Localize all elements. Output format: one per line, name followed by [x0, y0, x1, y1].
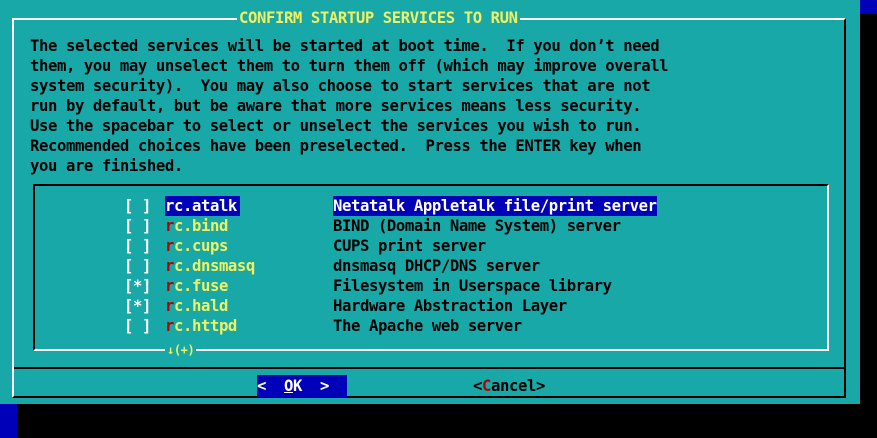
service-row-hald[interactable]: [*] rc.hald Hardware Abstraction Layer — [124, 296, 764, 316]
description-line: run by default, but be aware that more s… — [30, 97, 642, 115]
service-description: CUPS print server — [333, 237, 486, 255]
description-line: system security). You may also choose to… — [30, 77, 651, 95]
service-hotkey: r — [165, 257, 174, 275]
description-line: The selected services will be started at… — [30, 37, 660, 55]
service-checkbox[interactable]: [ ] — [124, 236, 151, 256]
service-hotkey: r — [165, 237, 174, 255]
ok-right-bracket: > — [301, 377, 329, 395]
cancel-right-bracket: > — [535, 377, 545, 395]
service-checkbox[interactable]: [*] — [124, 276, 151, 296]
cancel-button[interactable]: <Cancel> — [473, 375, 545, 397]
service-row-cups[interactable]: [ ] rc.cups CUPS print server — [124, 236, 764, 256]
description-line: Use the spacebar to select or unselect t… — [30, 117, 642, 135]
description-line: them, you may unselect them to turn them… — [30, 57, 669, 75]
service-tag: rc.httpd — [165, 316, 240, 336]
service-row-atalk[interactable]: [ ] rc.atalk Netatalk Appletalk file/pri… — [124, 196, 764, 216]
service-tag: rc.bind — [165, 216, 231, 236]
service-tag-text: c.httpd — [174, 317, 237, 335]
service-row-bind[interactable]: [ ] rc.bind BIND (Domain Name System) se… — [124, 216, 764, 236]
service-hotkey: r — [165, 277, 174, 295]
service-hotkey: r — [165, 317, 174, 335]
service-checkbox[interactable]: [*] — [124, 296, 151, 316]
service-description: Hardware Abstraction Layer — [333, 297, 567, 315]
dialog-shadow-right — [860, 14, 877, 424]
ok-button[interactable]: < OK > — [257, 375, 347, 397]
service-tag-text: c.fuse — [174, 277, 228, 295]
service-tag: rc.atalk — [165, 196, 240, 216]
ok-hotkey: O — [283, 377, 293, 395]
service-tag: rc.dnsmasq — [165, 256, 258, 276]
service-tag-text: c.atalk — [174, 197, 237, 215]
service-row-fuse[interactable]: [*] rc.fuse Filesystem in Userspace libr… — [124, 276, 764, 296]
service-tag: rc.cups — [165, 236, 231, 256]
cancel-hotkey: C — [482, 377, 491, 395]
service-checklist[interactable]: [ ] rc.atalk Netatalk Appletalk file/pri… — [124, 196, 764, 336]
service-description: dnsmasq DHCP/DNS server — [333, 257, 540, 275]
service-description: BIND (Domain Name System) server — [333, 217, 621, 235]
service-description: Filesystem in Userspace library — [333, 277, 612, 295]
service-hotkey: r — [165, 297, 174, 315]
cancel-label-rest: ancel — [491, 377, 536, 395]
service-checkbox[interactable]: [ ] — [124, 196, 151, 216]
description-line: you are finished. — [30, 157, 183, 175]
service-tag: rc.fuse — [165, 276, 231, 296]
service-checkbox[interactable]: [ ] — [124, 216, 151, 236]
confirm-services-dialog: CONFIRM STARTUP SERVICES TO RUN The sele… — [0, 0, 860, 404]
service-checkbox[interactable]: [ ] — [124, 256, 151, 276]
service-tag: rc.hald — [165, 296, 231, 316]
service-tag-text: c.dnsmasq — [174, 257, 255, 275]
service-tag-text: c.bind — [174, 217, 228, 235]
dialog-description: The selected services will be started at… — [30, 36, 669, 176]
service-hotkey: r — [165, 217, 174, 235]
service-row-dnsmasq[interactable]: [ ] rc.dnsmasq dnsmasq DHCP/DNS server — [124, 256, 764, 276]
service-row-httpd[interactable]: [ ] rc.httpd The Apache web server — [124, 316, 764, 336]
cancel-left-bracket: < — [473, 377, 482, 395]
description-line: Recommended choices have been preselecte… — [30, 137, 642, 155]
service-description: Netatalk Appletalk file/print server — [333, 196, 657, 216]
button-separator — [14, 367, 844, 369]
service-description: The Apache web server — [333, 317, 522, 335]
service-hotkey: r — [165, 197, 174, 215]
ok-left-bracket: < — [257, 377, 284, 395]
service-checkbox[interactable]: [ ] — [124, 316, 151, 336]
service-tag-text: c.cups — [174, 237, 228, 255]
scroll-down-indicator[interactable]: ↓(+) — [165, 340, 197, 360]
dialog-title: CONFIRM STARTUP SERVICES TO RUN — [237, 8, 520, 28]
service-tag-text: c.hald — [174, 297, 228, 315]
ok-label-rest: K — [292, 377, 302, 395]
